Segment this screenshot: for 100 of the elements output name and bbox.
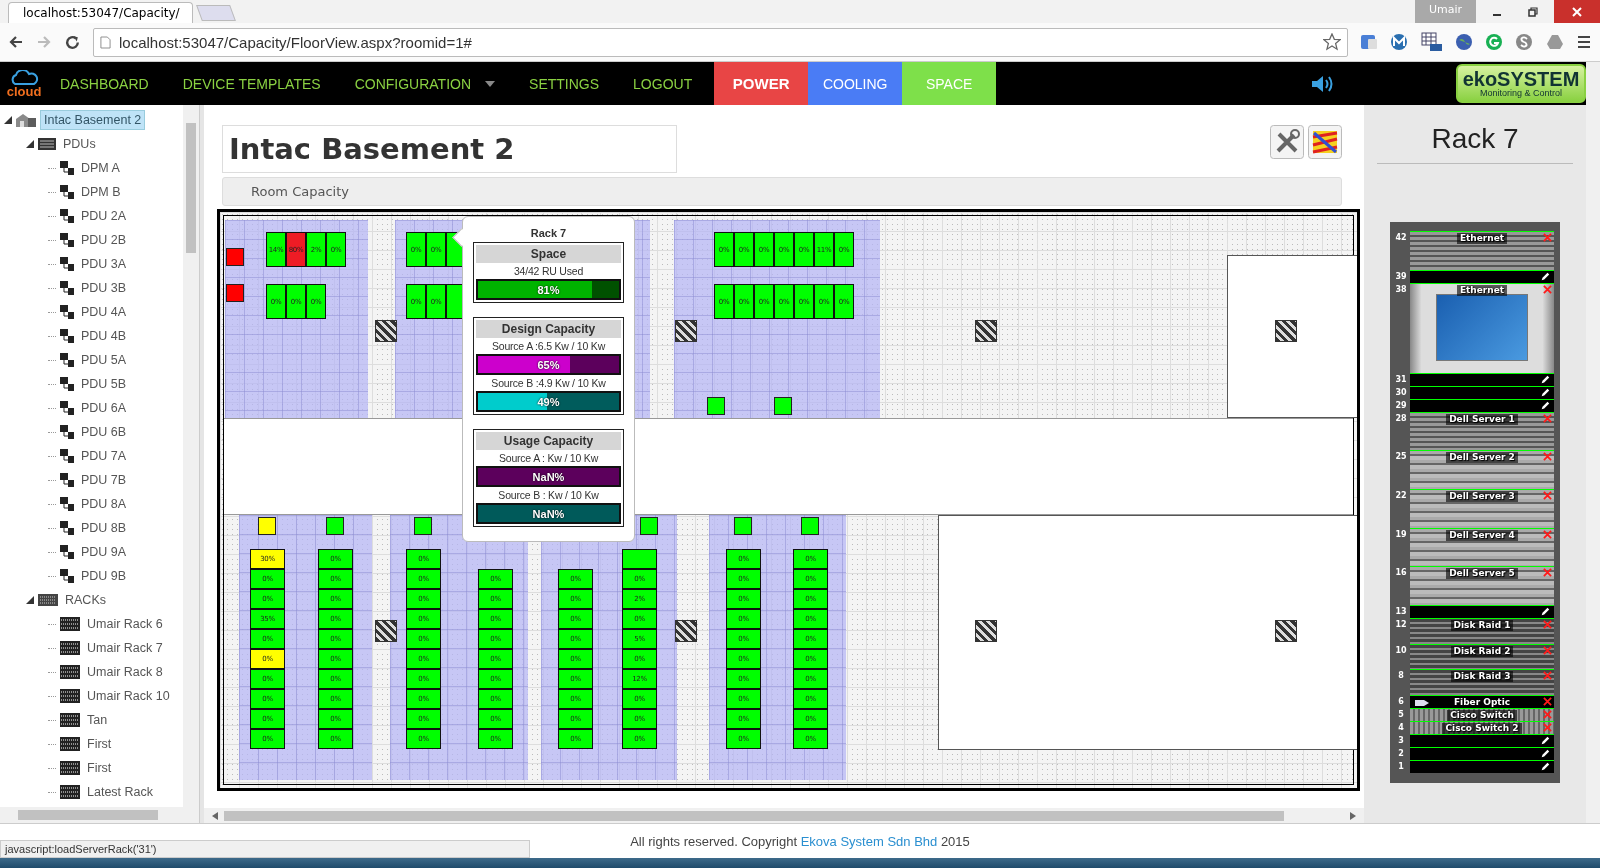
tree-item[interactable]: PDU 5B <box>78 375 130 393</box>
tree-item[interactable]: Intac Basement 2 <box>40 110 146 130</box>
sensor-marker[interactable] <box>326 517 344 535</box>
pencil-icon[interactable] <box>1540 606 1550 617</box>
rack-tile[interactable] <box>622 549 657 569</box>
mode-tab[interactable]: COOLING <box>808 62 903 105</box>
pencil-icon[interactable] <box>1540 748 1550 759</box>
menu-icon[interactable] <box>1575 34 1592 50</box>
globe-extension-icon[interactable] <box>1454 33 1473 51</box>
tree-item[interactable]: PDU 9B <box>78 567 130 585</box>
grid-extension-icon[interactable] <box>1420 32 1443 52</box>
tree-item[interactable]: PDU 2B <box>78 231 130 249</box>
pencil-icon[interactable] <box>1540 374 1550 385</box>
rack-device[interactable]: Disk Raid 1 <box>1410 617 1554 644</box>
rack-device[interactable]: Dell Server 5 <box>1410 566 1554 605</box>
sensor-marker[interactable] <box>801 517 819 535</box>
pencil-icon[interactable] <box>1540 735 1550 746</box>
rack-device[interactable]: Cisco Switch <box>1410 708 1554 722</box>
tree-item[interactable]: PDU 8A <box>78 495 130 513</box>
tree-item[interactable]: PDUs <box>60 135 99 153</box>
tree-item[interactable]: PDU 7A <box>78 447 130 465</box>
tree-item[interactable]: RACKs <box>62 591 109 609</box>
tree-item[interactable]: PDU 3B <box>78 279 130 297</box>
tree-item[interactable]: PDU 2A <box>78 207 130 225</box>
tree-item[interactable]: Umair Rack 8 <box>84 663 166 681</box>
tree-item[interactable]: Latest Rack <box>84 783 156 801</box>
pencil-icon[interactable] <box>1540 387 1550 398</box>
nav-link[interactable]: DEVICE TEMPLATES <box>170 62 335 105</box>
heatmap-icon[interactable] <box>1308 125 1342 159</box>
tree-item[interactable]: Umair Rack 7 <box>84 639 166 657</box>
pencil-icon[interactable] <box>1540 271 1550 282</box>
rack-device[interactable]: Disk Raid 2 <box>1410 643 1554 670</box>
delete-icon[interactable] <box>1543 529 1552 539</box>
tools-icon[interactable] <box>1270 125 1304 159</box>
tree-item[interactable]: PDU 4A <box>78 303 130 321</box>
pencil-icon[interactable] <box>1540 400 1550 411</box>
rack-device[interactable]: Dell Server 4 <box>1410 527 1554 567</box>
nav-link[interactable]: LOGOUT <box>621 62 707 105</box>
sensor-marker[interactable] <box>707 397 725 415</box>
rack-device[interactable]: Ethernet <box>1410 282 1554 373</box>
delete-icon[interactable] <box>1543 697 1552 707</box>
scroll-right-icon[interactable] <box>1350 811 1356 820</box>
sensor-marker[interactable] <box>226 248 244 266</box>
caret-icon[interactable] <box>485 80 496 87</box>
rack-device[interactable]: Cisco Switch 2 <box>1410 721 1554 734</box>
grammar-extension-icon[interactable] <box>1485 33 1504 51</box>
company-link[interactable]: Ekova System Sdn Bhd <box>800 833 938 849</box>
delete-icon[interactable] <box>1543 568 1552 578</box>
close-icon[interactable] <box>1572 6 1582 17</box>
address-field[interactable]: localhost:53047/Capacity/FloorView.aspx?roomid=1# <box>93 27 1348 57</box>
sensor-marker[interactable] <box>640 517 658 535</box>
close-window-button[interactable] <box>1554 0 1600 23</box>
tree-item[interactable]: PDU 8B <box>78 519 130 537</box>
delete-icon[interactable] <box>1543 671 1552 681</box>
expand-arrow-icon[interactable] <box>4 116 12 124</box>
reload-icon[interactable] <box>64 33 81 51</box>
drive-extension-icon[interactable] <box>1545 33 1564 51</box>
cloud-logo[interactable]: cloud <box>0 62 48 105</box>
sensor-marker[interactable] <box>258 517 276 535</box>
rack-device[interactable]: Ethernet <box>1410 231 1554 270</box>
delete-icon[interactable] <box>1543 645 1552 655</box>
sensor-marker[interactable] <box>734 517 752 535</box>
nav-link[interactable]: DASHBOARD <box>48 62 163 105</box>
tree-item[interactable]: PDU 7B <box>78 471 130 489</box>
tree-item[interactable]: PDU 6B <box>78 423 130 441</box>
rack-device[interactable]: Dell Server 3 <box>1410 488 1554 528</box>
tree-item[interactable]: Umair Rack 10 <box>84 687 173 705</box>
rack-device[interactable]: Fiber Optic <box>1410 695 1554 709</box>
nav-link[interactable]: SETTINGS <box>517 62 614 105</box>
tree-item[interactable]: PDU 3A <box>78 255 130 273</box>
expand-arrow-icon[interactable] <box>26 140 34 148</box>
tree-item[interactable]: PDU 5A <box>78 351 130 369</box>
scroll-left-icon[interactable] <box>212 811 218 820</box>
sensor-marker[interactable] <box>774 397 792 415</box>
tree-item[interactable]: First <box>84 735 115 753</box>
tree-item[interactable]: PDU 9A <box>78 543 130 561</box>
browser-tab[interactable]: localhost:53047/Capacity/ <box>8 2 193 23</box>
pencil-icon[interactable] <box>1540 761 1550 772</box>
tree-item[interactable]: Tan <box>84 711 111 729</box>
sensor-marker[interactable] <box>226 284 244 302</box>
tree-item[interactable]: DPM A <box>78 159 123 177</box>
delete-icon[interactable] <box>1543 490 1552 500</box>
restore-icon[interactable] <box>1528 7 1538 17</box>
tree-item[interactable]: Umair Rack 6 <box>84 615 166 633</box>
tree-item[interactable]: DPM B <box>78 183 124 201</box>
delete-icon[interactable] <box>1543 452 1552 462</box>
back-icon[interactable] <box>8 34 24 50</box>
rack-device[interactable]: Dell Server 2 <box>1410 450 1554 489</box>
sensor-marker[interactable] <box>414 517 432 535</box>
nav-dropdown[interactable]: CONFIGURATION <box>342 62 510 105</box>
tree-item[interactable]: First <box>84 759 115 777</box>
rack-device[interactable]: Disk Raid 3 <box>1410 669 1554 696</box>
brand-logo[interactable]: ekoSYSTEM Monitoring & Control <box>1456 64 1586 103</box>
delete-icon[interactable] <box>1543 233 1552 242</box>
m-extension-icon[interactable] <box>1390 33 1409 51</box>
bookmark-star-icon[interactable] <box>1323 33 1341 51</box>
tree-item[interactable]: PDU 4B <box>78 327 130 345</box>
skype-extension-icon[interactable] <box>1515 33 1534 51</box>
mode-tab[interactable]: POWER <box>714 62 809 105</box>
expand-arrow-icon[interactable] <box>26 596 34 604</box>
